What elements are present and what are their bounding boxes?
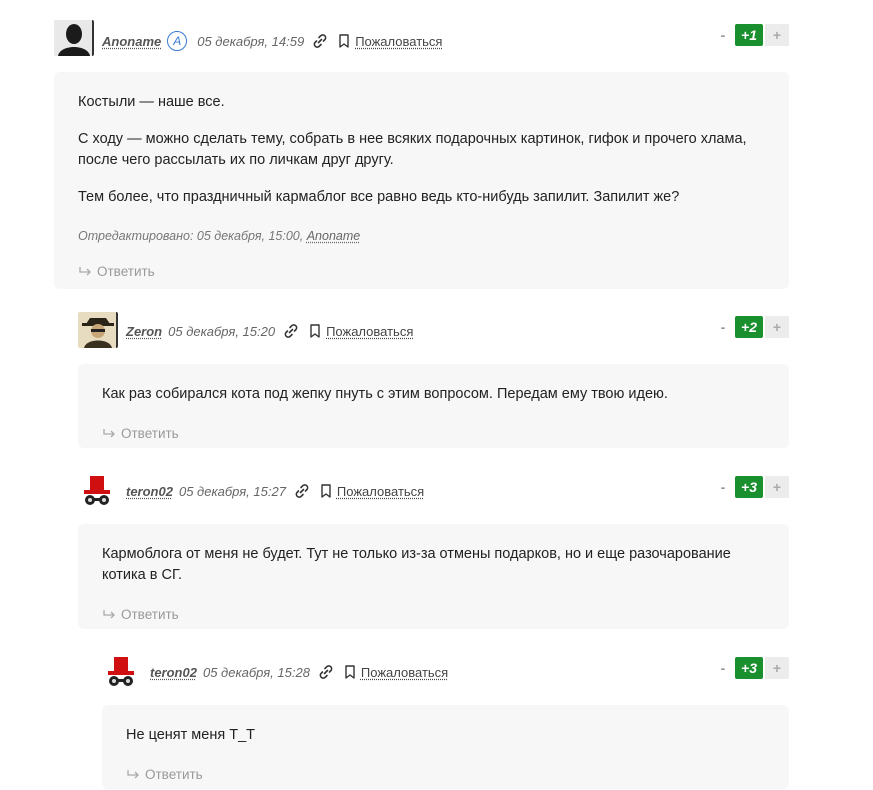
comment-body: Костыли — наше все. С ходу — можно сдела…: [54, 72, 789, 289]
comment-body: Как раз собирался кота под жепку пнуть с…: [78, 364, 789, 448]
comment-header: Anoname A 05 декабря, 14:59 Пожаловаться…: [54, 20, 789, 60]
vote-down-button[interactable]: -: [711, 319, 735, 335]
reply-button[interactable]: Ответить: [102, 604, 765, 625]
avatar[interactable]: [78, 312, 118, 348]
comment: teron02 05 декабря, 15:28 Пожаловаться -…: [102, 653, 789, 789]
comment: teron02 05 декабря, 15:27 Пожаловаться -…: [78, 472, 789, 629]
comment-date[interactable]: 05 декабря, 14:59: [197, 34, 304, 49]
reply-arrow-icon: [102, 428, 116, 440]
link-icon[interactable]: [312, 33, 328, 49]
vote-up-button[interactable]: +: [765, 24, 789, 46]
reply-button[interactable]: Ответить: [102, 423, 765, 444]
author-name[interactable]: Anoname: [102, 34, 161, 49]
comment-text: Кармоблога от меня не будет. Тут не толь…: [102, 546, 731, 583]
avatar[interactable]: [78, 472, 118, 508]
reply-label: Ответить: [121, 607, 179, 622]
comment-text: С ходу — можно сделать тему, собрать в н…: [78, 131, 747, 168]
comment-header: teron02 05 декабря, 15:28 Пожаловаться -…: [102, 653, 789, 693]
reply-button[interactable]: Ответить: [126, 764, 765, 785]
vote-down-button[interactable]: -: [711, 27, 735, 43]
bookmark-flag-icon[interactable]: [338, 34, 350, 48]
comment-text: Тем более, что праздничный кармаблог все…: [78, 189, 680, 205]
comment-body: Не ценят меня T_T Ответить: [102, 705, 789, 789]
vote-controls: - +3 +: [711, 656, 789, 680]
reply-button[interactable]: Ответить: [78, 261, 765, 282]
avatar[interactable]: [102, 653, 142, 689]
link-icon[interactable]: [318, 664, 334, 680]
bookmark-flag-icon[interactable]: [344, 665, 356, 679]
vote-up-button[interactable]: +: [765, 476, 789, 498]
reply-label: Ответить: [145, 767, 203, 782]
comment-text: Как раз собирался кота под жепку пнуть с…: [102, 386, 668, 402]
vote-down-button[interactable]: -: [711, 660, 735, 676]
author-name[interactable]: Zeron: [126, 324, 162, 339]
bookmark-flag-icon[interactable]: [320, 484, 332, 498]
vote-controls: - +1 +: [711, 23, 789, 47]
vote-up-button[interactable]: +: [765, 657, 789, 679]
comment-text: Костыли — наше все.: [78, 94, 225, 110]
report-link[interactable]: Пожаловаться: [355, 34, 442, 49]
author-name[interactable]: teron02: [126, 484, 173, 499]
edited-label: Отредактировано: 05 декабря, 15:00,: [78, 229, 304, 243]
comment-text: Не ценят меня T_T: [126, 727, 255, 743]
comment-date[interactable]: 05 декабря, 15:28: [203, 665, 310, 680]
author-badge: A: [167, 31, 188, 51]
comment-date[interactable]: 05 декабря, 15:27: [179, 484, 286, 499]
comment: Anoname A 05 декабря, 14:59 Пожаловаться…: [54, 20, 789, 289]
edited-note: Отредактировано: 05 декабря, 15:00, Anon…: [78, 226, 765, 247]
vote-score: +3: [735, 657, 763, 679]
reply-arrow-icon: [126, 769, 140, 781]
comment-header: Zeron 05 декабря, 15:20 Пожаловаться - +…: [78, 312, 789, 352]
comment-header: teron02 05 декабря, 15:27 Пожаловаться -…: [78, 472, 789, 512]
vote-up-button[interactable]: +: [765, 316, 789, 338]
comment: Zeron 05 декабря, 15:20 Пожаловаться - +…: [78, 312, 789, 448]
vote-score: +2: [735, 316, 763, 338]
vote-controls: - +3 +: [711, 475, 789, 499]
author-name[interactable]: teron02: [150, 665, 197, 680]
comment-meta: teron02 05 декабря, 15:27 Пожаловаться: [126, 483, 424, 499]
comment-date[interactable]: 05 декабря, 15:20: [168, 324, 275, 339]
edited-author[interactable]: Anoname: [307, 229, 361, 243]
reply-arrow-icon: [102, 609, 116, 621]
link-icon[interactable]: [283, 323, 299, 339]
reply-arrow-icon: [78, 266, 92, 278]
comment-meta: Anoname A 05 декабря, 14:59 Пожаловаться: [102, 31, 442, 51]
reply-label: Ответить: [97, 264, 155, 279]
comment-body: Кармоблога от меня не будет. Тут не толь…: [78, 524, 789, 629]
vote-down-button[interactable]: -: [711, 479, 735, 495]
bookmark-flag-icon[interactable]: [309, 324, 321, 338]
report-link[interactable]: Пожаловаться: [337, 484, 424, 499]
report-link[interactable]: Пожаловаться: [326, 324, 413, 339]
avatar[interactable]: [54, 20, 94, 56]
vote-score: +3: [735, 476, 763, 498]
comment-meta: Zeron 05 декабря, 15:20 Пожаловаться: [126, 323, 413, 339]
link-icon[interactable]: [294, 483, 310, 499]
vote-score: +1: [735, 24, 763, 46]
report-link[interactable]: Пожаловаться: [361, 665, 448, 680]
vote-controls: - +2 +: [711, 315, 789, 339]
reply-label: Ответить: [121, 426, 179, 441]
comment-meta: teron02 05 декабря, 15:28 Пожаловаться: [150, 664, 448, 680]
